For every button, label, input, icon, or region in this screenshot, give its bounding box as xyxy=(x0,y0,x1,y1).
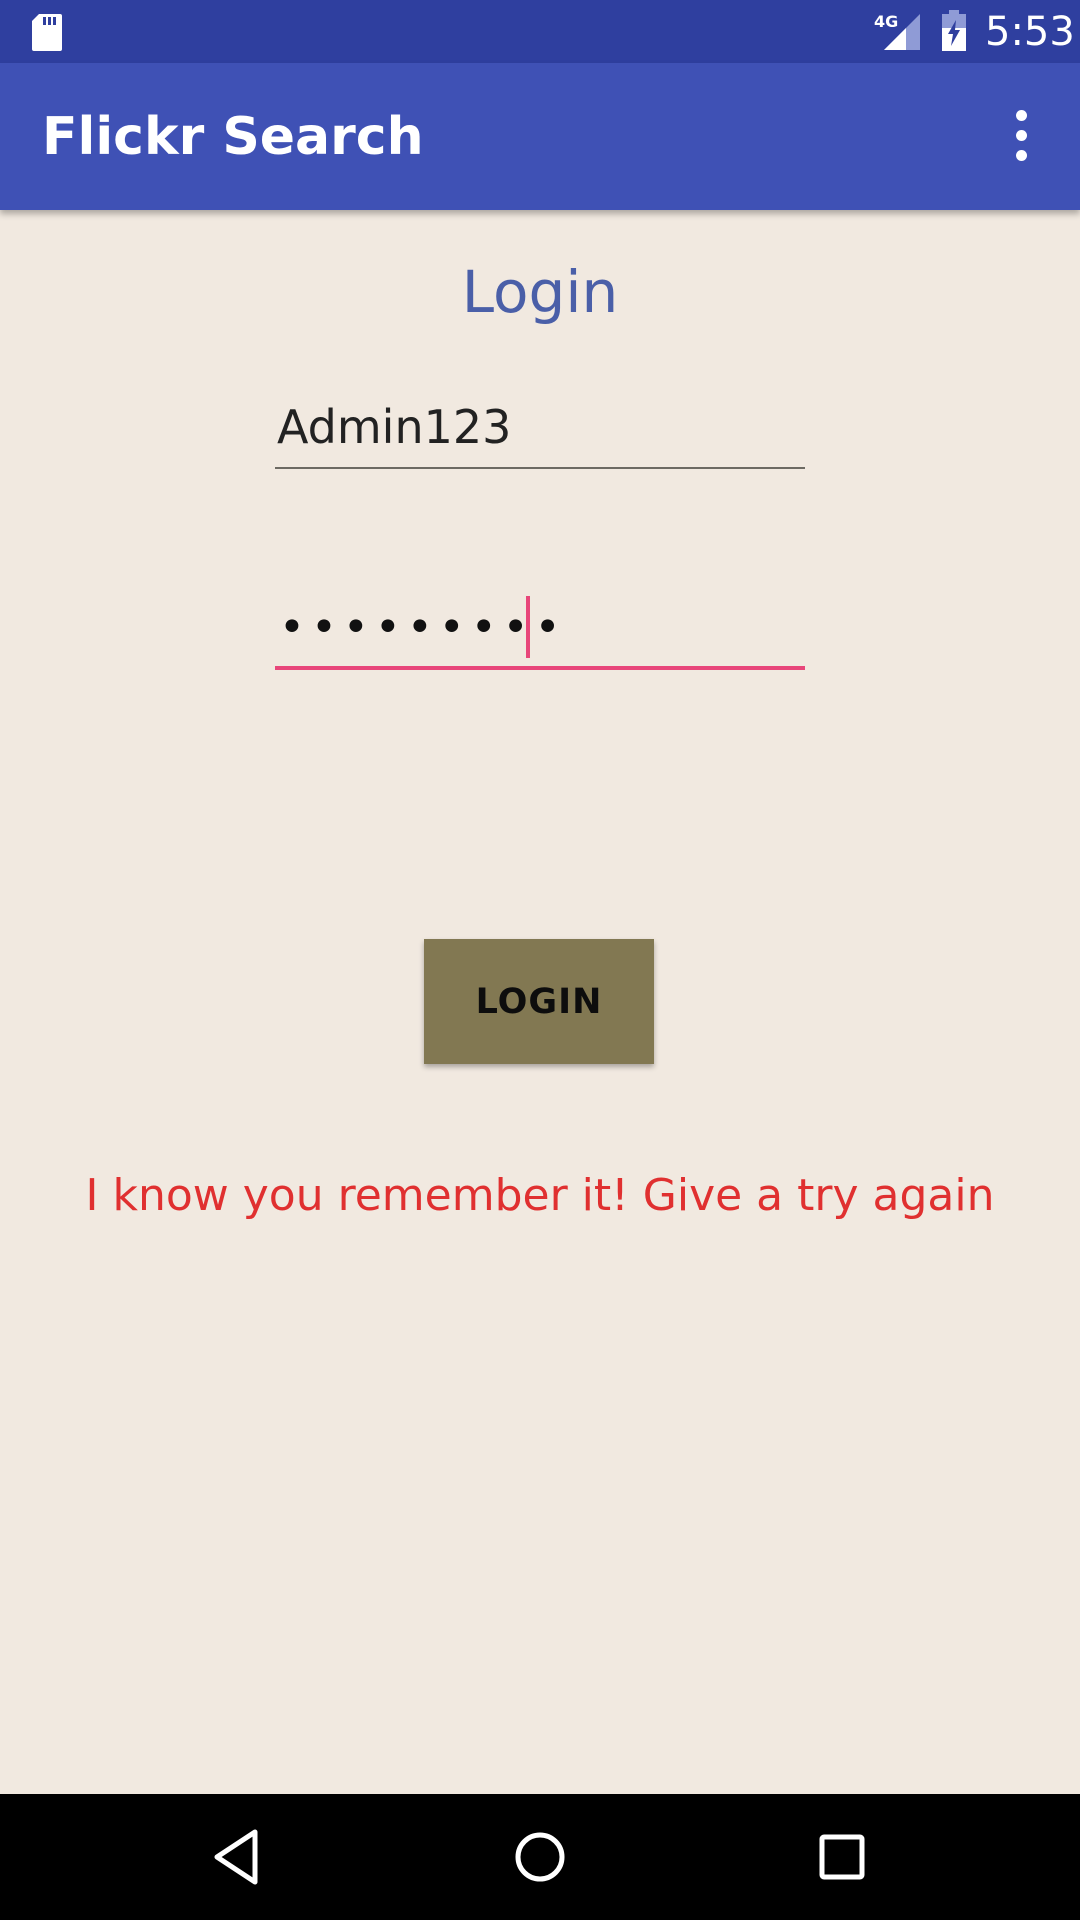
recents-icon xyxy=(819,1834,865,1880)
navigation-bar xyxy=(0,1794,1080,1920)
signal-4g-icon: 4G xyxy=(874,12,920,50)
screen: 4G 5:53 Flickr Search Login Admin123 •••… xyxy=(0,0,1080,1920)
text-cursor xyxy=(526,596,530,658)
password-value: ••••••••• xyxy=(279,602,567,653)
status-time: 5:53 xyxy=(985,9,1075,55)
login-button[interactable]: LOGIN xyxy=(424,939,654,1064)
password-field[interactable]: ••••••••• xyxy=(275,590,805,670)
username-value: Admin123 xyxy=(277,400,512,454)
login-heading: Login xyxy=(461,258,619,326)
home-button[interactable] xyxy=(508,1824,572,1890)
home-icon xyxy=(515,1832,565,1882)
username-field[interactable]: Admin123 xyxy=(275,395,805,469)
status-bar: 4G 5:53 xyxy=(0,0,1080,63)
error-message: I know you remember it! Give a try again xyxy=(85,1170,995,1221)
back-button[interactable] xyxy=(205,1824,269,1890)
login-button-label: LOGIN xyxy=(475,981,603,1022)
overflow-menu-button[interactable] xyxy=(1000,103,1044,169)
back-icon xyxy=(214,1829,258,1885)
battery-charging-icon xyxy=(942,10,966,51)
app-title: Flickr Search xyxy=(42,107,424,167)
app-bar: Flickr Search xyxy=(0,63,1080,210)
network-type-label: 4G xyxy=(874,12,898,31)
sd-card-icon xyxy=(32,14,62,51)
recents-button[interactable] xyxy=(810,1824,874,1890)
